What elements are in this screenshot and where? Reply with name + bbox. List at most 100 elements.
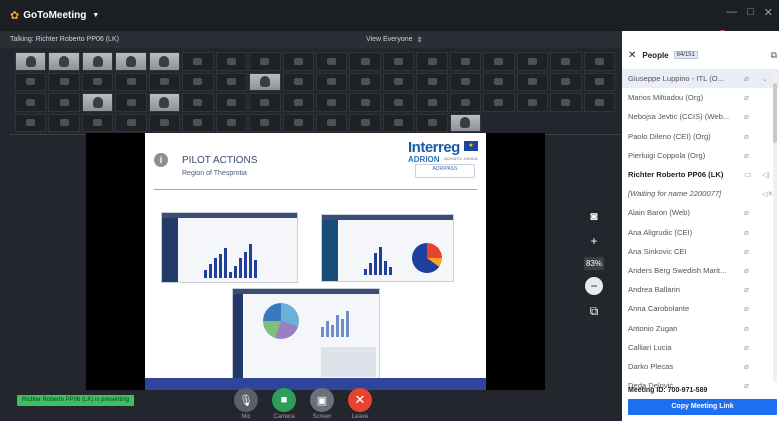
people-list-item[interactable]: Ana Sinkovic CEI ⌀ bbox=[622, 242, 779, 261]
webcam-tile[interactable] bbox=[115, 72, 147, 91]
people-list-item[interactable]: Calliari Lucia ⌀ bbox=[622, 338, 779, 357]
camera-control[interactable]: ■ Camera bbox=[272, 388, 296, 420]
webcam-tile[interactable] bbox=[182, 72, 214, 91]
people-list-item[interactable]: Alain Baron (Web) ⌀ bbox=[622, 203, 779, 222]
webcam-tile[interactable] bbox=[382, 113, 415, 132]
webcam-tile[interactable] bbox=[249, 93, 281, 112]
webcam-tile[interactable] bbox=[249, 113, 281, 132]
mic-control[interactable]: 🎙 Mic bbox=[234, 388, 258, 420]
webcam-tile[interactable] bbox=[449, 72, 482, 91]
webcam-tile[interactable] bbox=[48, 72, 80, 91]
webcam-tile[interactable] bbox=[81, 113, 114, 132]
webcam-tile[interactable] bbox=[182, 93, 214, 112]
minimize-button[interactable]: — bbox=[726, 6, 737, 19]
webcam-tile[interactable] bbox=[516, 72, 549, 91]
people-list-item[interactable]: Anna Carobolante ⌀ bbox=[622, 299, 779, 318]
webcam-tile[interactable] bbox=[316, 93, 348, 112]
webcam-tile[interactable] bbox=[316, 52, 348, 71]
webcam-tile[interactable] bbox=[550, 93, 582, 112]
people-list-item[interactable]: Ana Aligrudic (CEI) ⌀ bbox=[622, 223, 779, 242]
webcam-tile[interactable] bbox=[81, 72, 114, 91]
zoom-out-button[interactable]: − bbox=[585, 277, 603, 295]
webcam-tile[interactable] bbox=[382, 72, 415, 91]
webcam-tile[interactable] bbox=[115, 113, 147, 132]
webcam-tile[interactable] bbox=[115, 93, 147, 112]
webcam-tile[interactable] bbox=[449, 52, 482, 71]
pop-out-button[interactable]: ⧉ bbox=[585, 302, 603, 320]
people-list-item[interactable]: Giuseppe Luppino - ITL (O... ⌀ ⌄ bbox=[622, 69, 779, 89]
copy-meeting-link-button[interactable]: Copy Meeting Link bbox=[628, 399, 777, 415]
people-list-item[interactable]: [Waiting for name 2200077] ◁✕ bbox=[622, 184, 779, 203]
view-everyone-select[interactable]: View Everyone ⇕ bbox=[366, 36, 422, 44]
webcam-tile[interactable] bbox=[148, 72, 181, 91]
webcam-tile[interactable] bbox=[449, 93, 482, 112]
webcam-tile[interactable] bbox=[382, 93, 415, 112]
webcam-tile[interactable] bbox=[215, 72, 248, 91]
webcam-tile[interactable] bbox=[483, 93, 515, 112]
webcam-tile[interactable] bbox=[449, 113, 482, 132]
webcam-tile[interactable] bbox=[316, 72, 348, 91]
webcam-tile[interactable] bbox=[15, 72, 47, 91]
webcam-tile[interactable] bbox=[349, 72, 381, 91]
close-window-button[interactable]: ✕ bbox=[764, 6, 773, 19]
webcam-tile[interactable] bbox=[583, 72, 615, 91]
people-list-item[interactable]: Paolo Dileno (CEI) (Org) ⌀ bbox=[622, 127, 779, 146]
maximize-button[interactable]: □ bbox=[747, 6, 754, 19]
people-list-item[interactable]: Pierluigi Coppola (Org) ⌀ bbox=[622, 146, 779, 165]
webcam-tile[interactable] bbox=[583, 52, 615, 71]
people-list-item[interactable]: Nebojsa Jevtic (CCIS) (Web... ⌀ bbox=[622, 107, 779, 126]
people-scrollbar[interactable] bbox=[773, 73, 777, 383]
webcam-tile[interactable] bbox=[483, 52, 515, 71]
webcam-tile[interactable] bbox=[282, 93, 314, 112]
webcam-tile[interactable] bbox=[81, 52, 114, 71]
webcam-tile[interactable] bbox=[483, 72, 515, 91]
webcam-tile[interactable] bbox=[282, 113, 314, 132]
webcam-tile[interactable] bbox=[15, 113, 47, 132]
webcam-tile[interactable] bbox=[215, 52, 248, 71]
webcam-tile[interactable] bbox=[148, 93, 181, 112]
webcam-tile[interactable] bbox=[550, 72, 582, 91]
webcam-tile[interactable] bbox=[182, 52, 214, 71]
webcam-tile[interactable] bbox=[550, 52, 582, 71]
webcam-tile[interactable] bbox=[316, 113, 348, 132]
webcam-tile[interactable] bbox=[249, 72, 281, 91]
webcam-tile[interactable] bbox=[349, 113, 381, 132]
webcam-tile[interactable] bbox=[416, 72, 448, 91]
leave-control[interactable]: ✕ Leave bbox=[348, 388, 372, 420]
people-list-item[interactable]: Andrea Ballarin ⌀ bbox=[622, 280, 779, 299]
webcam-tile[interactable] bbox=[349, 52, 381, 71]
webcam-tile[interactable] bbox=[416, 93, 448, 112]
screen-control[interactable]: ▣ Screen bbox=[310, 388, 334, 420]
webcam-tile[interactable] bbox=[516, 52, 549, 71]
people-list-item[interactable]: Anders Berg Swedish Marit... ⌀ bbox=[622, 261, 779, 280]
screenshot-button[interactable]: ◙ bbox=[585, 207, 603, 225]
webcam-tile[interactable] bbox=[81, 93, 114, 112]
webcam-tile[interactable] bbox=[148, 113, 181, 132]
pop-out-icon[interactable]: ⧉ bbox=[771, 50, 777, 61]
people-list-item[interactable]: Antonio Zugan ⌀ bbox=[622, 318, 779, 337]
webcam-tile[interactable] bbox=[282, 52, 314, 71]
webcam-tile[interactable] bbox=[182, 113, 214, 132]
webcam-tile[interactable] bbox=[215, 113, 248, 132]
webcam-tile[interactable] bbox=[148, 52, 181, 71]
webcam-tile[interactable] bbox=[48, 113, 80, 132]
webcam-tile[interactable] bbox=[48, 93, 80, 112]
people-list-item[interactable]: Marios Miltiadou (Org) ⌀ bbox=[622, 88, 779, 107]
people-list-item[interactable]: Richter Roberto PP06 (LK) ▭ ◁) bbox=[622, 165, 779, 184]
webcam-tile[interactable] bbox=[282, 72, 314, 91]
app-menu[interactable]: ✿ GoToMeeting ▼ bbox=[10, 9, 99, 22]
webcam-tile[interactable] bbox=[15, 52, 47, 71]
webcam-tile[interactable] bbox=[416, 52, 448, 71]
people-list-item[interactable]: Darko Plecas ⌀ bbox=[622, 357, 779, 376]
webcam-tile[interactable] bbox=[382, 52, 415, 71]
webcam-tile[interactable] bbox=[15, 93, 47, 112]
chevron-down-icon[interactable]: ⌄ bbox=[762, 75, 768, 83]
webcam-tile[interactable] bbox=[249, 52, 281, 71]
webcam-tile[interactable] bbox=[48, 52, 80, 71]
webcam-tile[interactable] bbox=[215, 93, 248, 112]
close-panel-button[interactable]: ✕ bbox=[628, 50, 636, 61]
webcam-tile[interactable] bbox=[416, 113, 448, 132]
webcam-tile[interactable] bbox=[115, 52, 147, 71]
webcam-tile[interactable] bbox=[516, 93, 549, 112]
zoom-in-button[interactable]: + bbox=[585, 232, 603, 250]
